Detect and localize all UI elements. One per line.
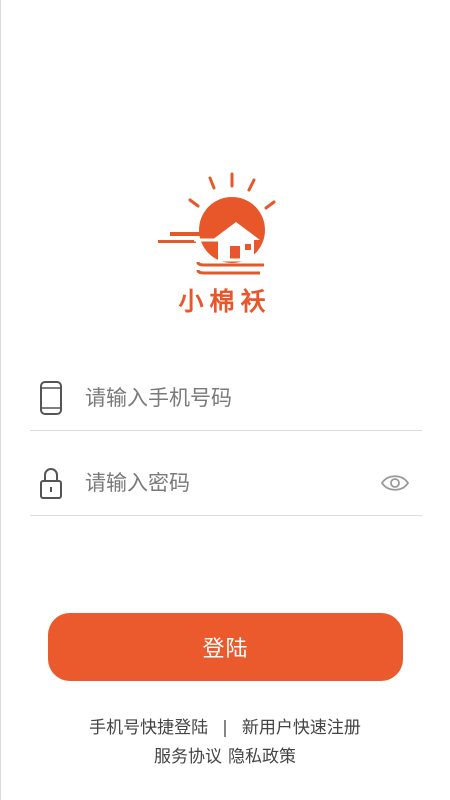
link-separator: | xyxy=(222,718,228,738)
terms-link[interactable]: 服务协议 xyxy=(154,747,222,767)
legal-links: 服务协议 隐私政策 xyxy=(0,742,450,767)
eye-icon[interactable] xyxy=(380,471,410,495)
phone-field xyxy=(30,370,422,431)
sun-house-logo-icon: 小棉袄 xyxy=(158,172,276,316)
left-edge-divider xyxy=(0,0,1,800)
privacy-link[interactable]: 隐私政策 xyxy=(228,747,296,767)
login-button[interactable]: 登陆 xyxy=(48,613,403,681)
password-field xyxy=(30,455,422,516)
password-input[interactable] xyxy=(85,463,375,503)
phone-icon xyxy=(38,380,64,416)
phone-input[interactable] xyxy=(85,378,375,418)
auth-links: 手机号快捷登陆 | 新用户快速注册 xyxy=(0,713,450,738)
brand-logo: 小棉袄 xyxy=(150,160,300,325)
brand-name: 小棉袄 xyxy=(178,287,271,316)
register-link[interactable]: 新用户快速注册 xyxy=(242,718,361,738)
lock-icon xyxy=(38,465,64,501)
quick-login-link[interactable]: 手机号快捷登陆 xyxy=(89,718,208,738)
